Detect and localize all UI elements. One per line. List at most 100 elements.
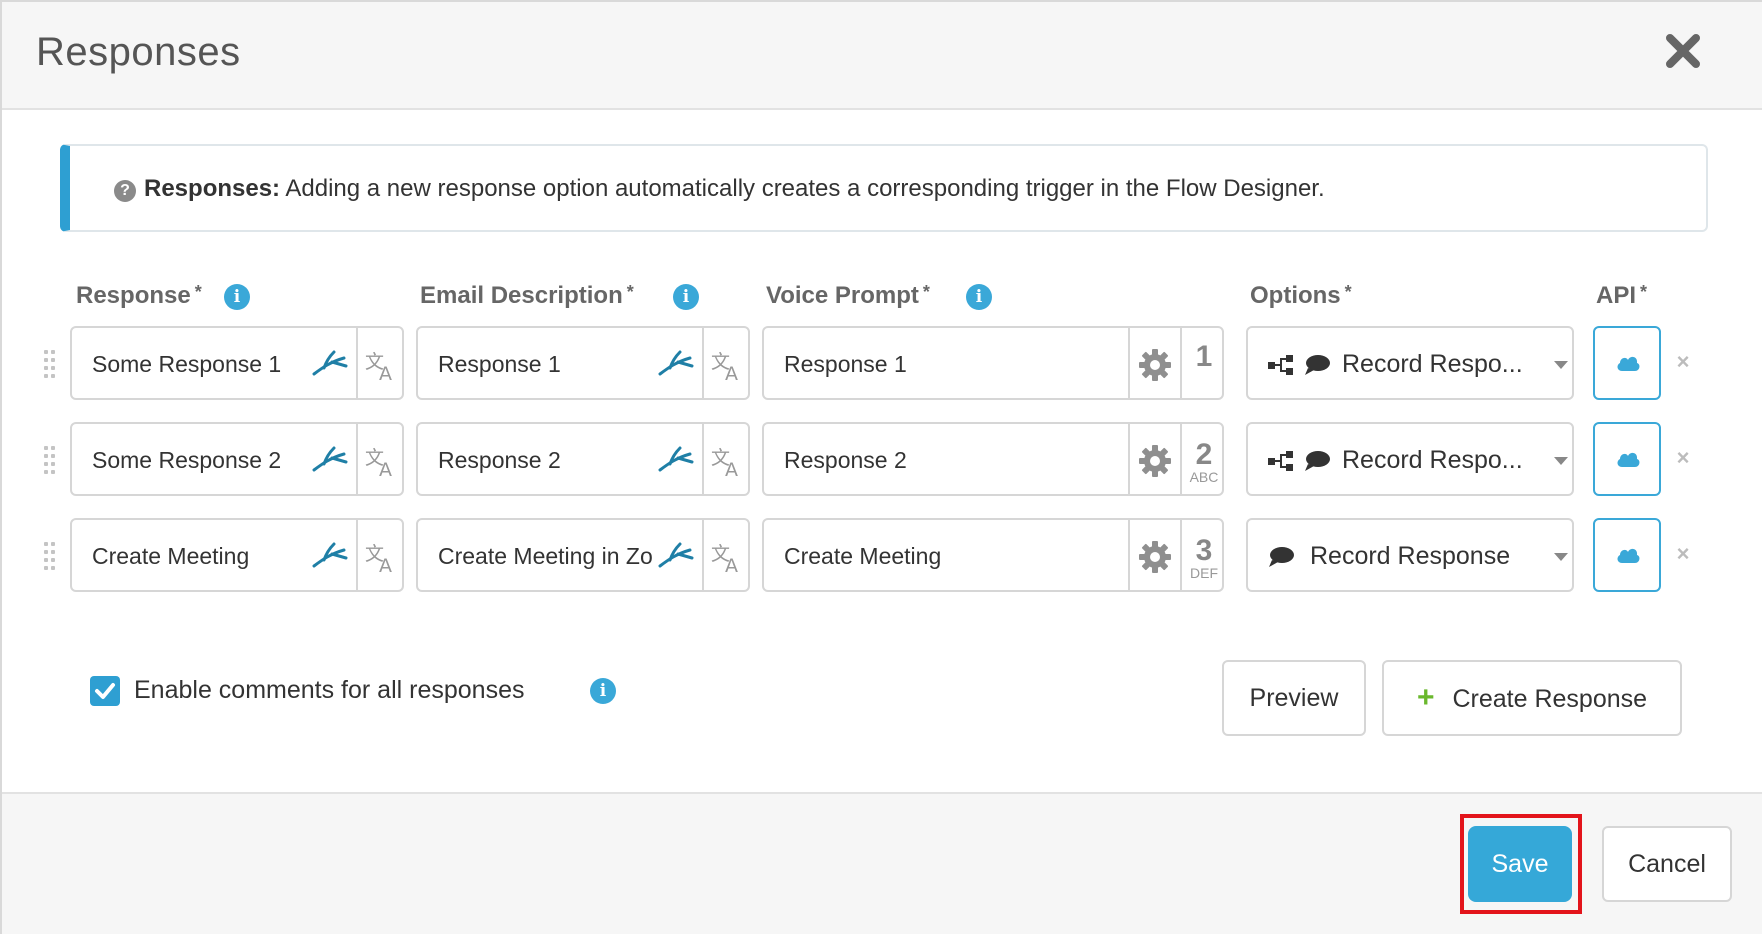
translate-icon[interactable]: 文A	[364, 446, 398, 481]
email-description-value: Response 1	[438, 351, 561, 377]
close-icon[interactable]	[1664, 32, 1702, 70]
voice-prompt-field[interactable]: Response 2 2 ABC	[762, 422, 1224, 496]
translate-icon[interactable]: 文A	[710, 350, 744, 385]
keypad-digit: 2 ABC	[1182, 424, 1222, 494]
remove-row-icon[interactable]: ×	[1671, 446, 1695, 470]
field-divider	[702, 328, 704, 398]
email-description-field[interactable]: Response 2 文A	[416, 422, 750, 496]
drag-handle-icon[interactable]	[44, 542, 58, 570]
zendesk-sync-icon[interactable]	[310, 540, 350, 572]
chat-icon	[1268, 546, 1294, 568]
zendesk-sync-icon[interactable]	[656, 348, 696, 380]
response-value: Some Response 1	[92, 351, 282, 377]
voice-prompt-value: Create Meeting	[784, 543, 942, 569]
cancel-button[interactable]: Cancel	[1602, 826, 1732, 902]
zendesk-sync-icon[interactable]	[656, 444, 696, 476]
info-notice: ? Responses: Adding a new response optio…	[60, 144, 1708, 232]
svg-text:A: A	[725, 363, 738, 382]
email-description-field[interactable]: Create Meeting in Zo 文A	[416, 518, 750, 592]
enable-comments-checkbox[interactable]	[90, 676, 120, 706]
svg-text:A: A	[379, 363, 392, 382]
remove-row-icon[interactable]: ×	[1671, 350, 1695, 374]
column-label-email: Email Description	[420, 282, 623, 309]
create-response-button[interactable]: + Create Response	[1382, 660, 1682, 736]
required-mark: *	[922, 282, 930, 302]
zendesk-sync-icon[interactable]	[310, 444, 350, 476]
translate-icon[interactable]: 文A	[364, 542, 398, 577]
option-value: Record Response	[1310, 542, 1511, 570]
notice-message: Adding a new response option automatical…	[285, 175, 1325, 202]
field-divider	[356, 424, 358, 494]
key-letters: ABC	[1189, 469, 1219, 485]
translate-icon[interactable]: 文A	[710, 446, 744, 481]
voice-prompt-field[interactable]: Response 1 1	[762, 326, 1224, 400]
preview-button[interactable]: Preview	[1222, 660, 1366, 736]
required-mark: *	[194, 282, 202, 302]
api-button[interactable]	[1593, 326, 1661, 400]
options-select[interactable]: Record Respo...	[1246, 326, 1574, 400]
zendesk-sync-icon[interactable]	[656, 540, 696, 572]
required-mark: *	[1640, 282, 1648, 302]
column-header-email-description: Email Description *	[420, 282, 634, 310]
voice-prompt-value: Response 2	[784, 447, 907, 473]
flow-icon	[1268, 450, 1294, 472]
notice-text: Responses: Adding a new response option …	[144, 175, 1325, 203]
drag-handle-icon[interactable]	[44, 350, 58, 378]
field-divider	[356, 520, 358, 590]
response-field[interactable]: Some Response 2 文A	[70, 422, 404, 496]
gear-icon[interactable]	[1138, 444, 1172, 478]
remove-row-icon[interactable]: ×	[1671, 542, 1695, 566]
svg-text:A: A	[725, 555, 738, 574]
translate-icon[interactable]: 文A	[710, 542, 744, 577]
email-description-info-icon[interactable]: i	[673, 284, 699, 310]
svg-text:A: A	[725, 459, 738, 478]
dialog-header: Responses	[2, 2, 1762, 110]
chevron-down-icon	[1554, 457, 1568, 465]
option-value: Record Respo...	[1342, 446, 1523, 474]
response-value: Create Meeting	[92, 543, 250, 569]
enable-comments-label: Enable comments for all responses	[134, 676, 525, 704]
voice-prompt-value: Response 1	[784, 351, 907, 377]
dialog-title: Responses	[36, 30, 241, 74]
email-description-value: Create Meeting in Zo	[438, 543, 653, 569]
chevron-down-icon	[1554, 553, 1568, 561]
drag-handle-icon[interactable]	[44, 446, 58, 474]
notice-label: Responses:	[144, 175, 281, 202]
voice-prompt-field[interactable]: Create Meeting 3 DEF	[762, 518, 1224, 592]
response-row: Some Response 2 文A Response 2 文A Respons…	[2, 422, 1762, 498]
email-description-value: Response 2	[438, 447, 561, 473]
column-header-response: Response *	[76, 282, 202, 310]
gear-icon[interactable]	[1138, 348, 1172, 382]
zendesk-sync-icon[interactable]	[310, 348, 350, 380]
email-description-field[interactable]: Response 1 文A	[416, 326, 750, 400]
column-label-response: Response	[76, 282, 191, 309]
response-row: Create Meeting 文A Create Meeting in Zo 文…	[2, 518, 1762, 594]
voice-prompt-info-icon[interactable]: i	[966, 284, 992, 310]
response-row: Some Response 1 文A Response 1 文A Respons…	[2, 326, 1762, 402]
column-label-voice: Voice Prompt	[766, 282, 919, 309]
comments-info-icon[interactable]: i	[590, 678, 616, 704]
flow-icon	[1268, 354, 1294, 376]
response-info-icon[interactable]: i	[224, 284, 250, 310]
field-divider	[1128, 328, 1130, 398]
responses-dialog: Responses ? Responses: Adding a new resp…	[0, 0, 1762, 934]
response-value: Some Response 2	[92, 447, 282, 473]
api-button[interactable]	[1593, 518, 1661, 592]
options-select[interactable]: Record Response	[1246, 518, 1574, 592]
key-number: 1	[1195, 340, 1213, 373]
save-button[interactable]: Save	[1468, 826, 1572, 902]
column-label-api: API	[1596, 282, 1637, 309]
translate-icon[interactable]: 文A	[364, 350, 398, 385]
gear-icon[interactable]	[1138, 540, 1172, 574]
response-field[interactable]: Some Response 1 文A	[70, 326, 404, 400]
column-header-voice-prompt: Voice Prompt *	[766, 282, 930, 310]
column-header-options: Options *	[1250, 282, 1352, 310]
plus-icon: +	[1416, 681, 1435, 714]
help-icon: ?	[114, 180, 136, 202]
response-field[interactable]: Create Meeting 文A	[70, 518, 404, 592]
field-divider	[1128, 520, 1130, 590]
api-button[interactable]	[1593, 422, 1661, 496]
column-header-api: API *	[1596, 282, 1647, 310]
options-select[interactable]: Record Respo...	[1246, 422, 1574, 496]
chat-icon	[1304, 450, 1330, 472]
